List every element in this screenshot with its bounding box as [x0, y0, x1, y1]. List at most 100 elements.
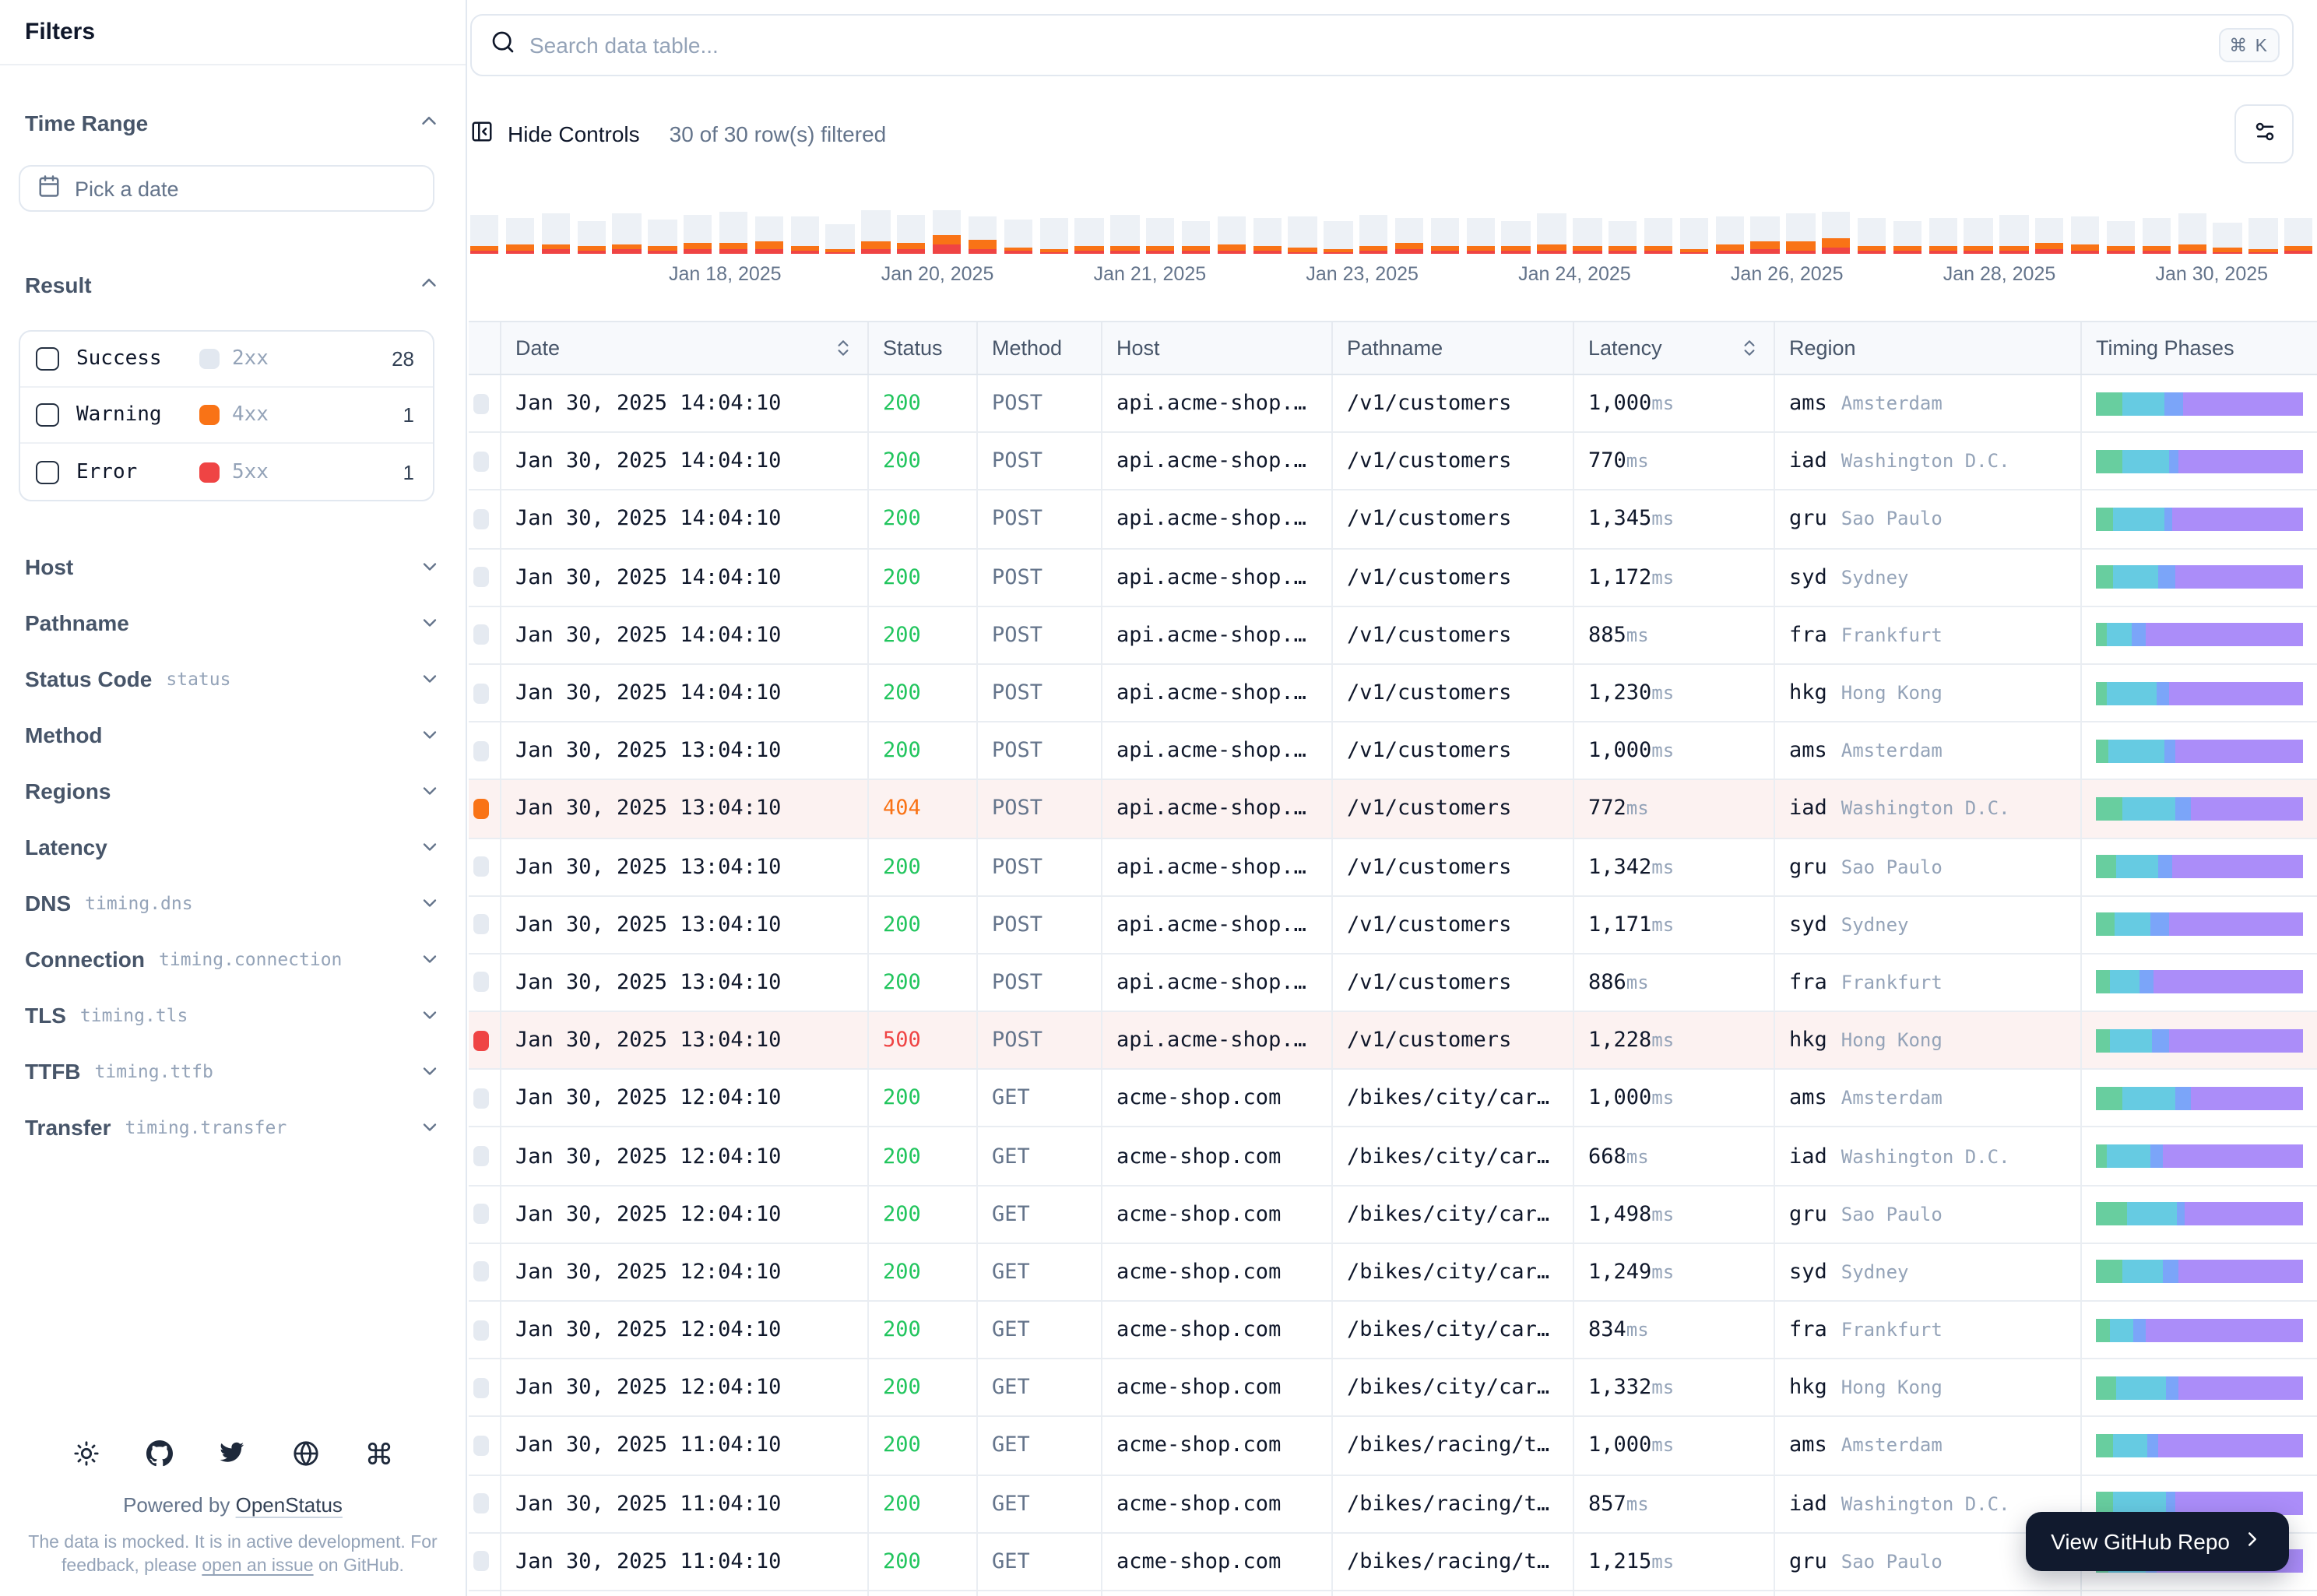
timeline-bar[interactable]	[470, 215, 499, 254]
table-row[interactable]: Jan 30, 2025 13:04:10 200 POST api.acme-sho…	[469, 838, 2317, 897]
timeline-bar[interactable]	[932, 210, 962, 254]
timeline-bar[interactable]	[2248, 218, 2278, 254]
timeline-bar[interactable]	[505, 218, 535, 254]
openstatus-link[interactable]: OpenStatus	[236, 1493, 343, 1517]
hide-controls-button[interactable]: Hide Controls	[470, 120, 640, 148]
column-header-date[interactable]: Date	[501, 322, 869, 374]
filter-section-host[interactable]: Host	[0, 539, 466, 595]
timeline-bar[interactable]	[1573, 218, 1602, 254]
timeline-bar[interactable]	[790, 216, 819, 254]
timeline-bar[interactable]	[2178, 213, 2206, 254]
timeline-bar[interactable]	[1715, 216, 1744, 254]
table-row[interactable]: Jan 30, 2025 12:04:10 200 GET acme-shop.com…	[469, 1186, 2317, 1244]
timeline-bar[interactable]	[1181, 221, 1211, 254]
timeline-bar[interactable]	[684, 215, 712, 254]
timeline-bar[interactable]	[1893, 221, 1922, 254]
filter-section-pathname[interactable]: Pathname	[0, 595, 466, 651]
timeline-bar[interactable]	[1501, 221, 1531, 254]
timeline-bar[interactable]	[1750, 216, 1780, 254]
timeline-bar[interactable]	[1644, 218, 1673, 254]
table-row[interactable]: Jan 30, 2025 13:04:10 200 POST api.acme-sho…	[469, 896, 2317, 954]
result-option-success[interactable]: Success 2xx 28	[20, 332, 433, 388]
table-row[interactable]: Jan 30, 2025 11:04:10200GETacme-shop.com…	[469, 1417, 2317, 1476]
timeline-bar[interactable]	[1394, 218, 1424, 254]
timeline-bar[interactable]	[1288, 216, 1317, 254]
timeline-bar[interactable]	[1217, 216, 1246, 254]
column-header-latency[interactable]: Latency	[1574, 322, 1775, 374]
table-row[interactable]: Jan 30, 2025 13:04:10 200 POST api.acme-sho…	[469, 722, 2317, 781]
table-row[interactable]: Jan 30, 2025 11:04:10200GETacme-shop.com…	[469, 1591, 2317, 1596]
timeline-bar[interactable]	[1430, 218, 1460, 254]
filter-section-transfer[interactable]: Transfer timing.transfer	[0, 1099, 466, 1155]
timeline-bar[interactable]	[1253, 218, 1282, 254]
table-row[interactable]: Jan 30, 2025 12:04:10 200 GET acme-shop.com…	[469, 1070, 2317, 1128]
timeline-bar[interactable]	[1324, 221, 1353, 254]
table-row[interactable]: Jan 30, 2025 12:04:10 200 GET acme-shop.com…	[469, 1243, 2317, 1302]
table-row[interactable]: Jan 30, 2025 14:04:10 200 POST api.acme-sho…	[469, 664, 2317, 723]
filter-section-status-code[interactable]: Status Code status	[0, 651, 466, 707]
timeline-bar[interactable]	[1786, 213, 1816, 254]
table-row[interactable]: Jan 30, 2025 13:04:10 404 POST api.acme-sho…	[469, 780, 2317, 838]
table-row[interactable]: Jan 30, 2025 14:04:10 200 POST api.acme-sho…	[469, 375, 2317, 434]
timeline-bar[interactable]	[1822, 212, 1851, 254]
timeline-bar[interactable]	[541, 213, 571, 254]
timeline-bar[interactable]	[1146, 218, 1175, 254]
filter-section-dns[interactable]: DNS timing.dns	[0, 875, 466, 931]
view-github-repo-button[interactable]: View GitHub Repo	[2026, 1512, 2289, 1571]
filter-section-tls[interactable]: TLS timing.tls	[0, 987, 466, 1043]
timeline-bar[interactable]	[719, 212, 748, 254]
timeline-bar[interactable]	[577, 221, 606, 254]
table-row[interactable]: Jan 30, 2025 12:04:10 200 GET acme-shop.com…	[469, 1302, 2317, 1360]
timeline-bar[interactable]	[1928, 218, 1957, 254]
table-row[interactable]: Jan 30, 2025 13:04:10 200 POST api.acme-sho…	[469, 954, 2317, 1013]
timeline-bar[interactable]	[648, 220, 677, 254]
open-an-issue-link[interactable]: open an issue	[202, 1558, 313, 1577]
filter-section-connection[interactable]: Connection timing.connection	[0, 931, 466, 987]
table-row[interactable]: Jan 30, 2025 12:04:10 200 GET acme-shop.com…	[469, 1127, 2317, 1186]
timeline-bar[interactable]	[1999, 215, 2029, 254]
timeline-bar[interactable]	[2035, 218, 2064, 254]
timeline-bar[interactable]	[612, 213, 642, 254]
timeline-bar[interactable]	[1359, 215, 1388, 254]
checkbox[interactable]	[36, 403, 59, 427]
timeline-bar[interactable]	[861, 210, 891, 254]
result-section-header[interactable]: Result	[0, 258, 466, 311]
timeline-bar[interactable]	[1466, 218, 1495, 254]
checkbox[interactable]	[36, 460, 59, 483]
filter-section-regions[interactable]: Regions	[0, 763, 466, 819]
timeline-bar[interactable]	[2213, 223, 2242, 254]
timeline-bar[interactable]	[2070, 216, 2100, 254]
timeline-bar[interactable]	[2106, 221, 2136, 254]
filter-section-ttfb[interactable]: TTFB timing.ttfb	[0, 1043, 466, 1099]
table-row[interactable]: Jan 30, 2025 14:04:10 200 POST api.acme-sho…	[469, 549, 2317, 607]
timeline-bar[interactable]	[897, 215, 926, 254]
footer-twitter-button[interactable]	[217, 1439, 248, 1470]
timeline-bar[interactable]	[2142, 218, 2171, 254]
search-input[interactable]	[529, 33, 2219, 58]
checkbox[interactable]	[36, 347, 59, 371]
table-row[interactable]: Jan 30, 2025 12:04:10 200 GET acme-shop.com…	[469, 1359, 2317, 1418]
footer-sun-button[interactable]	[71, 1439, 102, 1470]
time-range-section-header[interactable]: Time Range	[0, 97, 466, 149]
footer-command-button[interactable]	[364, 1439, 395, 1470]
filter-section-latency[interactable]: Latency	[0, 819, 466, 875]
date-picker-input[interactable]: Pick a date	[19, 165, 434, 212]
filter-section-method[interactable]: Method	[0, 707, 466, 763]
result-option-error[interactable]: Error 5xx 1	[20, 444, 433, 500]
footer-github-button[interactable]	[144, 1439, 175, 1470]
table-row[interactable]: Jan 30, 2025 13:04:10 500 POST api.acme-sho…	[469, 1012, 2317, 1070]
timeline-bar[interactable]	[1537, 213, 1566, 254]
result-option-warning[interactable]: Warning 4xx 1	[20, 388, 433, 444]
timeline-bar[interactable]	[1004, 220, 1032, 254]
timeline-bar[interactable]	[1039, 218, 1068, 254]
timeline-bar[interactable]	[754, 216, 784, 254]
table-row[interactable]: Jan 30, 2025 14:04:10 200 POST api.acme-sho…	[469, 606, 2317, 665]
view-settings-button[interactable]	[2234, 104, 2294, 163]
table-row[interactable]: Jan 30, 2025 14:04:10 200 POST api.acme-sho…	[469, 490, 2317, 550]
timeline-bar[interactable]	[1609, 221, 1637, 254]
footer-globe-button[interactable]	[290, 1439, 322, 1470]
timeline-bar[interactable]	[968, 216, 997, 254]
table-row[interactable]: Jan 30, 2025 14:04:10 200 POST api.acme-sho…	[469, 433, 2317, 491]
timeline-bar[interactable]	[1679, 218, 1709, 254]
timeline-bar[interactable]	[2284, 218, 2313, 254]
